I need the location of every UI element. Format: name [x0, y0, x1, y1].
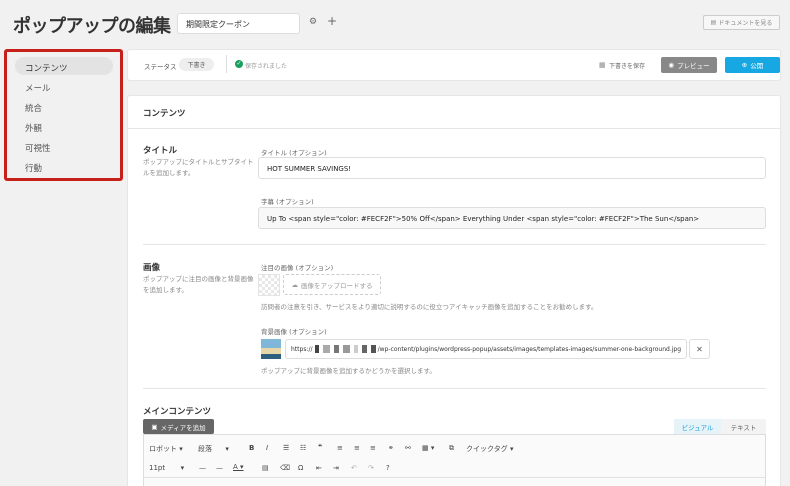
table-icon[interactable]: ▦ ▾	[422, 444, 434, 452]
globe-icon: ⊕	[741, 61, 748, 69]
bullet-list-icon[interactable]: ☰	[283, 444, 289, 452]
docs-button[interactable]: ▤ ドキュメントを見る	[703, 15, 780, 30]
tab-visual[interactable]: ビジュアル	[674, 419, 721, 434]
gear-icon[interactable]: ⚙	[309, 17, 317, 27]
bold-icon[interactable]: B	[249, 444, 254, 452]
divider	[226, 55, 227, 73]
saved-status-text: 保存されました	[245, 63, 288, 70]
blockquote-icon[interactable]: ❝	[318, 443, 322, 451]
media-icon: ▣	[151, 422, 158, 431]
sidebar-item-email[interactable]: メール	[15, 77, 113, 95]
bg-url-prefix: https://	[291, 345, 313, 353]
image-section-heading: 画像	[143, 263, 161, 273]
subtitle-input[interactable]: Up To <span style="color: #FECF2F">50% O…	[258, 207, 766, 229]
font-size-select[interactable]: 11pt ▾	[149, 464, 184, 472]
redacted-block	[342, 345, 351, 353]
format-select[interactable]: 段落 ▾	[198, 444, 229, 454]
redacted-block	[333, 345, 339, 353]
close-icon: ✕	[696, 344, 703, 354]
save-draft-icon: ▦	[599, 61, 606, 69]
sidebar-item-integrations[interactable]: 統合	[15, 97, 113, 115]
italic-icon[interactable]: I	[266, 444, 268, 452]
link-icon[interactable]: ⚭	[388, 444, 394, 452]
book-icon: ▤	[710, 19, 717, 26]
check-icon: ✓	[235, 60, 243, 68]
align-right-icon[interactable]: ≡	[370, 444, 376, 452]
add-media-label: メディアを追加	[160, 423, 206, 432]
upload-image-button[interactable]: ☁ 画像をアップロードする	[283, 274, 381, 295]
background-image-url[interactable]: https:// /wp-content/plugins/wordpress-p…	[285, 339, 687, 359]
fullscreen-icon[interactable]: ⧉	[449, 444, 454, 453]
title-section-heading: タイトル	[143, 146, 178, 156]
status-label: ステータス	[144, 63, 177, 71]
indent-icon[interactable]: ⇥	[333, 464, 339, 472]
quicktag-select[interactable]: クイックタグ ▾	[466, 444, 513, 454]
eye-icon: ◉	[668, 61, 675, 69]
background-image-thumbnail	[261, 339, 281, 359]
text-color-icon[interactable]: A ▾	[233, 463, 244, 471]
background-image-label: 背景画像 (オプション)	[261, 328, 327, 336]
sidebar-item-visibility[interactable]: 可視性	[15, 137, 113, 155]
redacted-block	[323, 345, 330, 353]
plus-icon[interactable]: +	[327, 14, 337, 28]
outdent-icon[interactable]: ⇤	[316, 464, 322, 472]
page-title: ポップアップの編集	[13, 16, 171, 37]
preview-button[interactable]: ◉ プレビュー	[661, 57, 717, 73]
clear-image-button[interactable]: ✕	[689, 339, 710, 359]
content-card-header	[127, 95, 781, 129]
cloud-upload-icon: ☁	[291, 280, 299, 289]
sidebar-item-content[interactable]: コンテンツ	[15, 57, 113, 75]
unlink-icon[interactable]: ⚯	[405, 444, 411, 452]
upload-image-label: 画像をアップロードする	[301, 281, 373, 290]
title-section-description: ポップアップにタイトルとサブタイトルを追加します。	[143, 158, 254, 177]
docs-button-label: ドキュメントを見る	[718, 20, 773, 27]
featured-image-help: 訪問者の注意を引き、サービスをより適切に説明するのに役立つアイキャッチ画像を追加…	[261, 303, 598, 311]
publish-button-label: 公開	[750, 62, 764, 70]
content-heading: コンテンツ	[143, 109, 186, 119]
horizontal-rule-icon[interactable]: —	[216, 464, 223, 472]
popup-name-input[interactable]: 期間限定クーポン	[177, 13, 300, 34]
featured-image-label: 注目の画像 (オプション)	[261, 264, 334, 272]
editor-toolbar	[143, 434, 766, 486]
font-family-value: ロボット	[149, 445, 177, 453]
quicktag-value: クイックタグ	[466, 445, 508, 453]
background-image-help: ポップアップに背景画像を追加するかどうかを選択します。	[261, 367, 436, 375]
redacted-block	[354, 345, 358, 353]
redacted-block	[370, 345, 376, 353]
undo-icon[interactable]: ↶	[351, 464, 357, 472]
tab-text[interactable]: テキスト	[721, 419, 766, 434]
subtitle-field-label: 字幕 (オプション)	[261, 198, 314, 206]
title-field-label: タイトル (オプション)	[261, 149, 327, 157]
main-content-heading: メインコンテンツ	[143, 407, 212, 417]
preview-button-label: プレビュー	[677, 62, 710, 70]
special-character-icon[interactable]: Ω	[298, 464, 303, 472]
title-input[interactable]: HOT SUMMER SAVINGS!	[258, 157, 766, 179]
align-left-icon[interactable]: ≡	[337, 444, 343, 452]
align-center-icon[interactable]: ≡	[354, 444, 360, 452]
redacted-block	[361, 345, 367, 353]
numbered-list-icon[interactable]: ☷	[300, 444, 306, 452]
publish-button[interactable]: ⊕ 公開	[725, 57, 780, 73]
section-divider	[143, 244, 766, 245]
redo-icon[interactable]: ↷	[368, 464, 374, 472]
save-draft-button[interactable]: 下書きを保存	[609, 61, 645, 70]
bg-url-suffix: /wp-content/plugins/wordpress-popup/asse…	[377, 345, 682, 353]
strikethrough-icon[interactable]: —	[199, 464, 206, 472]
sidebar-item-behavior[interactable]: 行動	[15, 157, 113, 175]
paste-text-icon[interactable]: ▤	[262, 464, 269, 472]
sidebar-nav: コンテンツ メール 統合 外観 可視性 行動	[4, 49, 123, 181]
help-icon[interactable]: ?	[386, 464, 390, 472]
section-divider	[143, 388, 766, 389]
font-family-select[interactable]: ロボット ▾	[149, 444, 183, 454]
format-value: 段落	[198, 445, 212, 453]
featured-image-placeholder	[258, 274, 280, 296]
image-section-description: ポップアップに注目の画像と背景画像を追加します。	[143, 275, 254, 294]
redacted-block	[314, 345, 320, 353]
sidebar-item-appearance[interactable]: 外観	[15, 117, 113, 135]
editor-divider	[144, 477, 765, 478]
status-badge: 下書き	[179, 58, 214, 71]
add-media-button[interactable]: ▣ メディアを追加	[143, 419, 214, 434]
font-size-value: 11pt	[149, 464, 166, 472]
clear-formatting-icon[interactable]: ⌫	[280, 464, 290, 472]
